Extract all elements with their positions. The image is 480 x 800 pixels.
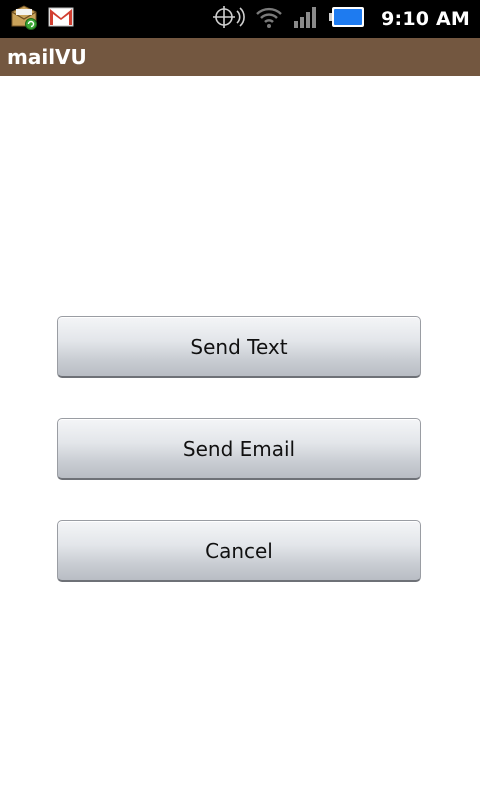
system-icons: 9:10 AM — [211, 5, 470, 33]
notification-icons — [10, 5, 74, 33]
battery-icon — [329, 5, 365, 33]
status-clock: 9:10 AM — [381, 8, 470, 30]
gmail-icon[interactable] — [48, 6, 74, 32]
mail-sync-icon[interactable] — [10, 4, 38, 34]
status-bar: 9:10 AM — [0, 0, 480, 38]
main-content: Send Text Send Email Cancel — [0, 76, 480, 800]
send-email-button[interactable]: Send Email — [57, 418, 421, 480]
app-title-bar: mailVU — [0, 38, 480, 76]
cancel-button[interactable]: Cancel — [57, 520, 421, 582]
gps-icon — [211, 5, 245, 33]
app-title: mailVU — [7, 45, 87, 69]
signal-icon — [293, 5, 319, 33]
wifi-icon — [255, 5, 283, 33]
send-text-button[interactable]: Send Text — [57, 316, 421, 378]
